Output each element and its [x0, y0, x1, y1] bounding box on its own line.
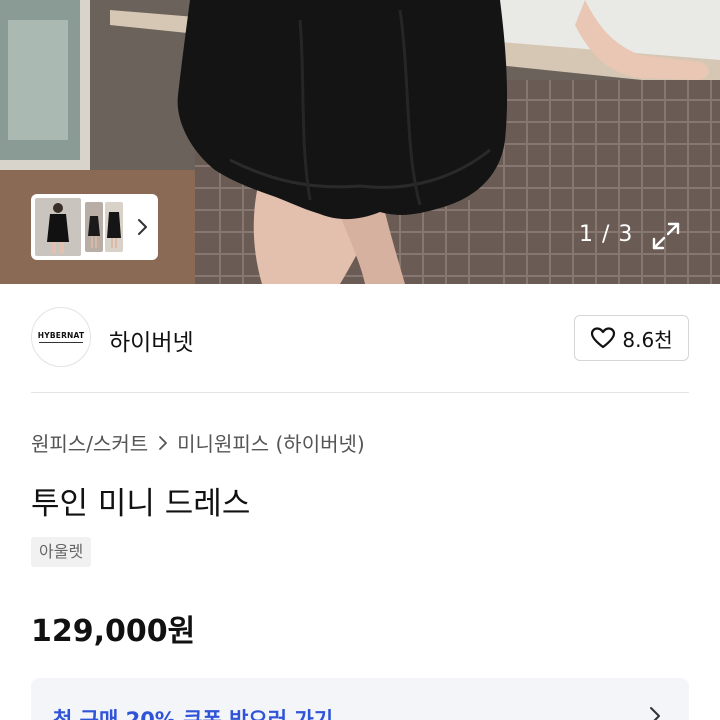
breadcrumb-subcategory[interactable]: 미니원피스 (하이버넷): [177, 428, 365, 457]
thumbnail-2[interactable]: [85, 202, 103, 252]
image-counter: 1 / 3: [579, 222, 634, 247]
chevron-right-icon: [158, 435, 168, 451]
thumbnail-strip[interactable]: [31, 194, 158, 260]
chevron-right-icon: [649, 706, 661, 720]
product-price: 129,000원: [31, 614, 196, 649]
coupon-banner[interactable]: 첫 구매 20% 쿠폰 받으러 가기: [31, 678, 689, 720]
seller-logo-text: HYBERNAT: [37, 331, 85, 340]
coupon-label: 첫 구매 20% 쿠폰 받으러 가기: [53, 708, 334, 720]
chevron-right-icon[interactable]: [131, 198, 153, 256]
thumbnail-3[interactable]: [105, 202, 123, 252]
seller-name[interactable]: 하이버넷: [109, 323, 194, 357]
breadcrumb-category[interactable]: 원피스/스커트: [31, 428, 148, 457]
logo-underline: [39, 342, 83, 343]
breadcrumb: 원피스/스커트 미니원피스 (하이버넷): [31, 428, 365, 457]
product-image[interactable]: 1 / 3: [0, 0, 720, 284]
product-title: 투인 미니 드레스: [31, 486, 251, 522]
expand-icon[interactable]: [650, 220, 682, 252]
seller-logo[interactable]: HYBERNAT: [31, 307, 91, 367]
like-count: 8.6천: [622, 327, 673, 352]
section-divider: [31, 392, 689, 393]
like-button[interactable]: 8.6천: [574, 315, 689, 361]
outlet-badge: 아울렛: [31, 537, 92, 567]
heart-icon: [591, 327, 616, 349]
thumbnail-1[interactable]: [35, 198, 81, 256]
